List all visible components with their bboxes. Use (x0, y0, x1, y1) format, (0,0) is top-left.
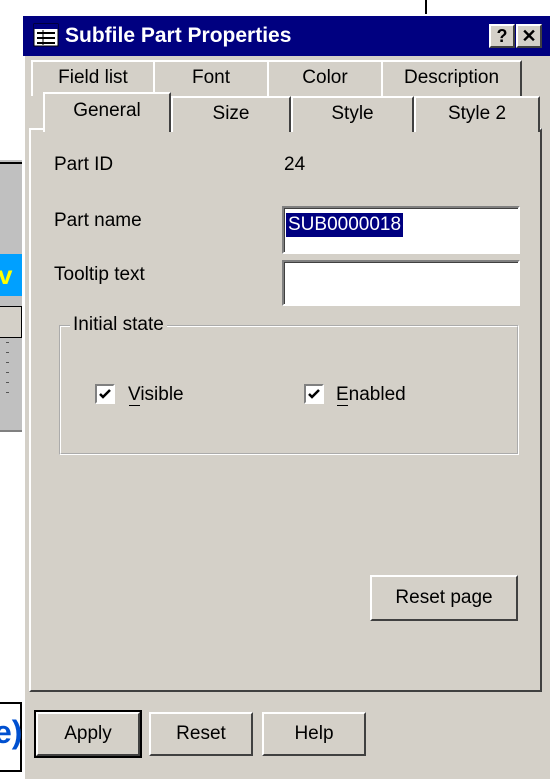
help-button[interactable]: Help (262, 712, 366, 756)
background-dotted-line (6, 342, 9, 402)
tooltip-field[interactable] (282, 260, 520, 306)
background-divider (425, 0, 427, 14)
part-id-label: Part ID (54, 154, 114, 175)
close-icon[interactable]: ✕ (516, 24, 542, 48)
properties-window-icon (33, 23, 59, 47)
tab-color[interactable]: Color (267, 60, 383, 96)
part-name-value: SUB0000018 (286, 213, 404, 237)
initial-state-title: Initial state (70, 314, 167, 336)
tab-style[interactable]: Style (291, 96, 414, 132)
part-name-label: Part name (54, 210, 142, 231)
visible-accelerator-underline (129, 405, 140, 406)
visible-checkbox[interactable] (95, 384, 115, 404)
enabled-checkbox[interactable] (304, 384, 324, 404)
tab-font[interactable]: Font (153, 60, 269, 96)
checkmark-icon (308, 389, 320, 399)
tab-description[interactable]: Description (381, 60, 522, 96)
background-border (0, 430, 22, 432)
background-fragment-paren: e) (0, 714, 23, 750)
apply-button[interactable]: Apply (34, 710, 142, 758)
help-icon[interactable]: ? (489, 24, 515, 48)
tab-field-list[interactable]: Field list (31, 60, 155, 96)
enabled-accelerator-underline (337, 405, 348, 406)
tooltip-label: Tooltip text (54, 264, 145, 285)
tab-general[interactable]: General (43, 92, 171, 132)
checkmark-icon (99, 389, 111, 399)
dialog-title: Subfile Part Properties (65, 24, 292, 47)
enabled-label[interactable]: Enabled (336, 384, 406, 406)
reset-button[interactable]: Reset (149, 712, 253, 756)
background-fragment-text: v (0, 260, 13, 290)
tab-style-2[interactable]: Style 2 (414, 96, 540, 132)
background-border (0, 162, 22, 164)
part-name-field[interactable]: SUB0000018 (282, 206, 520, 254)
tab-size[interactable]: Size (171, 96, 291, 132)
part-id-value: 24 (284, 154, 306, 175)
visible-label[interactable]: Visible (128, 384, 184, 406)
background-banner-fragment: v (0, 254, 22, 296)
background-text-fragment: e) (0, 714, 22, 760)
background-toolbar-fragment (0, 306, 22, 338)
reset-page-button[interactable]: Reset page (370, 575, 518, 621)
